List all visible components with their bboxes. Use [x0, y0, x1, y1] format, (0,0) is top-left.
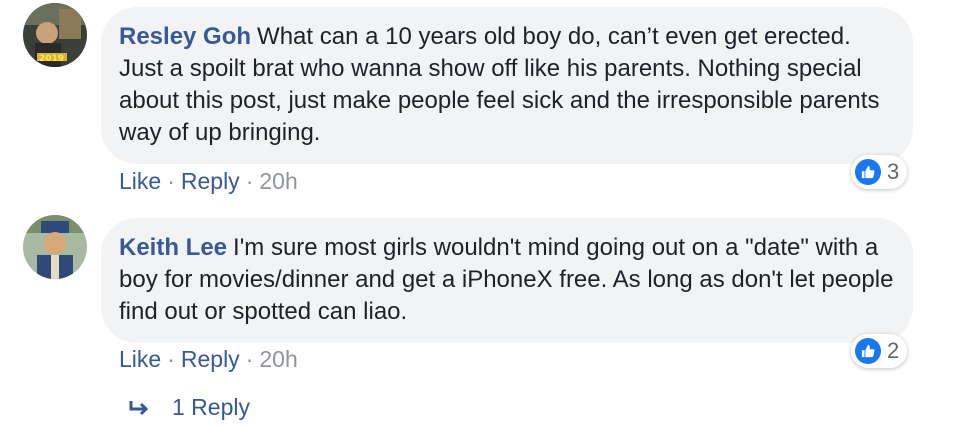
svg-text:2019: 2019	[39, 54, 64, 64]
view-replies-link[interactable]: 1 Reply	[128, 394, 250, 421]
like-reaction-icon	[855, 159, 881, 185]
separator-dot: ·	[167, 168, 175, 194]
avatar[interactable]: 2019	[23, 3, 87, 67]
separator-dot: ·	[245, 346, 254, 372]
timestamp[interactable]: 20h	[259, 168, 297, 194]
reaction-badge[interactable]: 2	[851, 334, 908, 368]
timestamp[interactable]: 20h	[259, 346, 297, 372]
comment-bubble: Resley Goh What can a 10 years old boy do…	[101, 7, 913, 164]
separator-dot: ·	[167, 346, 175, 372]
comment-actions: Like · Reply · 20h	[119, 346, 298, 373]
reply-arrow-icon	[129, 400, 149, 415]
comment-author[interactable]: Resley Goh	[119, 23, 251, 50]
like-link[interactable]: Like	[119, 346, 161, 372]
comment-bubble: Keith Lee I'm sure most girls wouldn't mi…	[101, 218, 913, 343]
reaction-count: 3	[887, 159, 900, 184]
like-reaction-icon	[855, 338, 881, 364]
avatar[interactable]	[23, 215, 87, 279]
reaction-count: 2	[887, 338, 900, 363]
reaction-badge[interactable]: 3	[851, 155, 908, 189]
comment-actions: Like · Reply · 20h	[119, 168, 298, 195]
reply-link[interactable]: Reply	[181, 168, 240, 194]
reply-link[interactable]: Reply	[181, 346, 240, 372]
comment-author[interactable]: Keith Lee	[119, 234, 227, 261]
separator-dot: ·	[245, 168, 254, 194]
like-link[interactable]: Like	[119, 168, 161, 194]
comment-text: I'm sure most girls wouldn't mind going …	[119, 234, 894, 325]
view-replies-label[interactable]: 1 Reply	[172, 394, 250, 421]
